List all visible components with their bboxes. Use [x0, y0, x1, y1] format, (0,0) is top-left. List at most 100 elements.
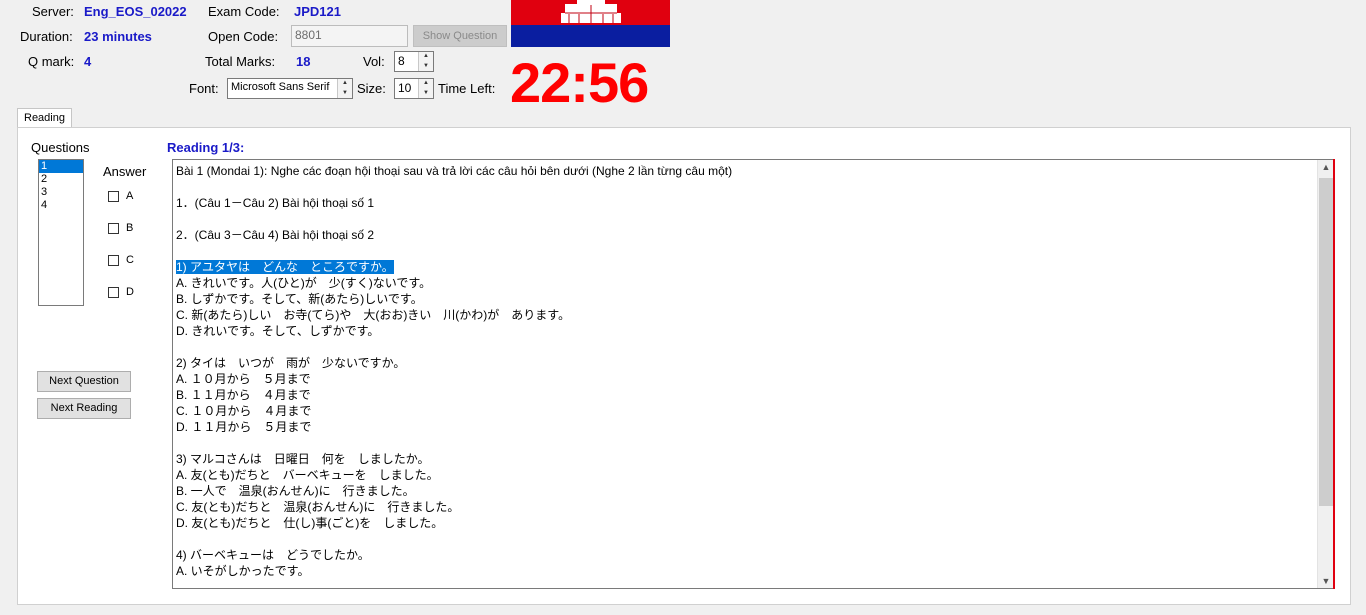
- spin-up-icon[interactable]: ▲: [419, 52, 433, 62]
- spin-down-icon[interactable]: ▼: [338, 89, 352, 99]
- reading-line: D. 友(とも)だちと 仕(し)事(ごと)を しました。: [176, 515, 1314, 531]
- reading-line-text: Bài 1 (Mondai 1): Nghe các đoạn hội thoạ…: [176, 164, 733, 178]
- reading-line: [176, 531, 1314, 547]
- vol-value: 8: [398, 54, 405, 68]
- total-marks-label: Total Marks:: [205, 54, 276, 69]
- reading-line: A. いそがしかったです。: [176, 563, 1314, 579]
- reading-line-text: 1) アユタヤは どんな ところですか。: [176, 260, 394, 274]
- reading-line: [176, 243, 1314, 259]
- reading-line: 2) タイは いつが 雨が 少ないですか。: [176, 355, 1314, 371]
- reading-line-text: A. １０月から ５月まで: [176, 372, 311, 386]
- reading-line: 2．(Câu 3－Câu 4) Bài hội thoại số 2: [176, 227, 1314, 243]
- font-label: Font:: [189, 81, 219, 96]
- reading-line: 1) アユタヤは どんな ところですか。: [176, 259, 1314, 275]
- vol-spin-buttons[interactable]: ▲ ▼: [418, 52, 433, 71]
- reading-line: C. １０月から ４月まで: [176, 403, 1314, 419]
- server-label: Server:: [32, 4, 74, 19]
- duration-label: Duration:: [20, 29, 73, 44]
- reading-line: D. １１月から ５月まで: [176, 419, 1314, 435]
- answer-checkbox-c[interactable]: [108, 255, 119, 266]
- font-select[interactable]: Microsoft Sans Serif ▲ ▼: [227, 78, 353, 99]
- reading-line-text: 4) バーベキューは どうでしたか。: [176, 548, 370, 562]
- list-item[interactable]: 1: [39, 160, 83, 173]
- reading-line-text: 2．(Câu 3－Câu 4) Bài hội thoại số 2: [176, 228, 375, 242]
- reading-line: A. 友(とも)だちと バーベキューを しました。: [176, 467, 1314, 483]
- reading-line-text: D. １１月から ５月まで: [176, 420, 312, 434]
- spin-up-icon[interactable]: ▲: [338, 79, 352, 89]
- answer-checkbox-b[interactable]: [108, 223, 119, 234]
- answer-option-label: C: [126, 254, 134, 266]
- reading-content[interactable]: Bài 1 (Mondai 1): Nghe các đoạn hội thoạ…: [172, 159, 1335, 589]
- answer-checkbox-d[interactable]: [108, 287, 119, 298]
- vol-label: Vol:: [363, 54, 385, 69]
- spin-down-icon[interactable]: ▼: [419, 62, 433, 72]
- flag-image: [511, 0, 670, 47]
- exam-code-value: JPD121: [294, 4, 341, 19]
- show-question-button[interactable]: Show Question: [413, 25, 507, 47]
- qmark-label: Q mark:: [28, 54, 75, 69]
- timer-display: 22:56: [510, 51, 649, 114]
- temple-emblem-icon: [561, 0, 621, 23]
- reading-line-text: C. 新(あたら)しい お寺(てら)や 大(おお)きい 川(かわ)が あります。: [176, 308, 571, 322]
- open-code-label: Open Code:: [208, 29, 279, 44]
- reading-line: 1．(Câu 1－Câu 2) Bài hội thoại số 1: [176, 195, 1314, 211]
- reading-line: B. しずかです。そして、新(あたら)しいです。: [176, 291, 1314, 307]
- duration-value: 23 minutes: [84, 29, 152, 44]
- red-edge-divider: [1333, 159, 1335, 589]
- reading-line: [176, 435, 1314, 451]
- questions-label: Questions: [31, 140, 90, 155]
- total-marks-value: 18: [296, 54, 311, 69]
- scroll-down-icon[interactable]: ▼: [1318, 576, 1334, 586]
- list-item[interactable]: 4: [39, 199, 83, 212]
- time-left-label: Time Left:: [438, 81, 496, 96]
- font-spin-buttons[interactable]: ▲ ▼: [337, 79, 352, 98]
- answer-option-label: D: [126, 286, 134, 298]
- scrollbar-thumb[interactable]: [1319, 178, 1333, 506]
- answer-label: Answer: [103, 164, 147, 179]
- scroll-up-icon[interactable]: ▲: [1318, 162, 1334, 172]
- vol-stepper[interactable]: 8 ▲ ▼: [394, 51, 434, 72]
- reading-line-text: D. きれいです。そして、しずかです。: [176, 324, 380, 338]
- exam-code-label: Exam Code:: [208, 4, 280, 19]
- reading-line-text: C. １０月から ４月まで: [176, 404, 312, 418]
- questions-list[interactable]: 1 2 3 4: [38, 159, 84, 306]
- reading-line-text: A. いそがしかったです。: [176, 564, 310, 578]
- reading-line: 3) マルコさんは 日曜日 何を しましたか。: [176, 451, 1314, 467]
- reading-line: [176, 211, 1314, 227]
- reading-line: Bài 1 (Mondai 1): Nghe các đoạn hội thoạ…: [176, 163, 1314, 179]
- tab-reading[interactable]: Reading: [17, 108, 72, 128]
- reading-title: Reading 1/3:: [167, 140, 245, 155]
- vertical-scrollbar[interactable]: ▲ ▼: [1317, 160, 1334, 588]
- spin-down-icon[interactable]: ▼: [419, 89, 433, 99]
- list-item[interactable]: 2: [39, 173, 83, 186]
- size-spin-buttons[interactable]: ▲ ▼: [418, 79, 433, 98]
- reading-line-text: D. 友(とも)だちと 仕(し)事(ごと)を しました。: [176, 516, 444, 530]
- next-reading-button[interactable]: Next Reading: [37, 398, 131, 419]
- reading-line: C. 新(あたら)しい お寺(てら)や 大(おお)きい 川(かわ)が あります。: [176, 307, 1314, 323]
- reading-line: 4) バーベキューは どうでしたか。: [176, 547, 1314, 563]
- qmark-value: 4: [84, 54, 92, 69]
- size-label: Size:: [357, 81, 386, 96]
- reading-line: A. きれいです。人(ひと)が 少(すく)ないです。: [176, 275, 1314, 291]
- next-question-button[interactable]: Next Question: [37, 371, 131, 392]
- reading-line-text: A. きれいです。人(ひと)が 少(すく)ないです。: [176, 276, 432, 290]
- reading-line-text: B. 一人で 温泉(おんせん)に 行きました。: [176, 484, 415, 498]
- list-item[interactable]: 3: [39, 186, 83, 199]
- open-code-field[interactable]: 8801: [291, 25, 408, 47]
- reading-line: D. きれいです。そして、しずかです。: [176, 323, 1314, 339]
- server-value: Eng_EOS_02022: [84, 4, 187, 19]
- spin-up-icon[interactable]: ▲: [419, 79, 433, 89]
- reading-line: [176, 339, 1314, 355]
- reading-line-text: 3) マルコさんは 日曜日 何を しましたか。: [176, 452, 430, 466]
- reading-line-text: B. １１月から ４月まで: [176, 388, 311, 402]
- reading-line: [176, 179, 1314, 195]
- reading-line: B. 一人で 温泉(おんせん)に 行きました。: [176, 483, 1314, 499]
- answer-option-label: B: [126, 222, 134, 234]
- reading-line-text: B. しずかです。そして、新(あたら)しいです。: [176, 292, 423, 306]
- size-stepper[interactable]: 10 ▲ ▼: [394, 78, 434, 99]
- reading-text: Bài 1 (Mondai 1): Nghe các đoạn hội thoạ…: [176, 163, 1314, 579]
- answer-checkbox-a[interactable]: [108, 191, 119, 202]
- reading-line: B. １１月から ４月まで: [176, 387, 1314, 403]
- reading-line: C. 友(とも)だちと 温泉(おんせん)に 行きました。: [176, 499, 1314, 515]
- reading-line: A. １０月から ５月まで: [176, 371, 1314, 387]
